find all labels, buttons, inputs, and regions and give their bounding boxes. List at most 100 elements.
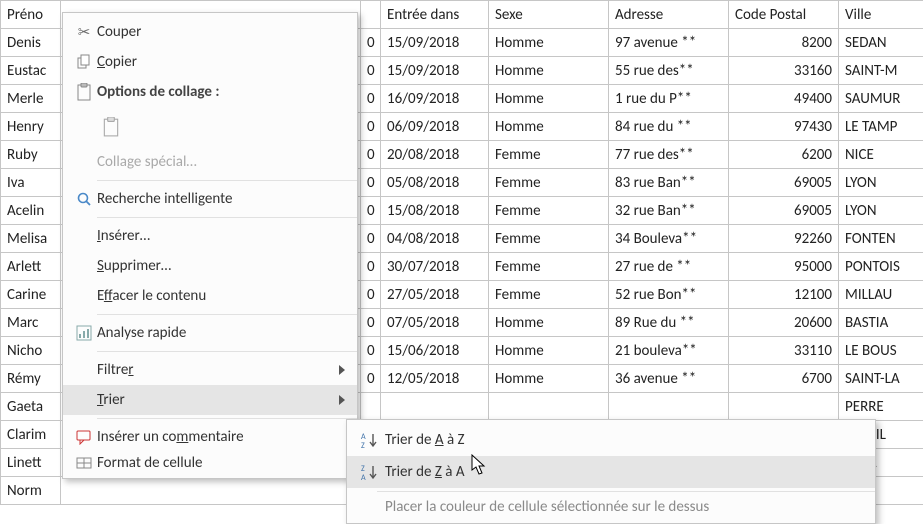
ctx-delete[interactable]: Supprimer… (63, 251, 357, 281)
cell-a[interactable]: Denis (1, 29, 61, 57)
sort-za[interactable]: ZA Trier de Z à A (347, 456, 875, 488)
cell-d[interactable]: 0 (361, 29, 381, 57)
cell-g[interactable]: 83 rue Ban** (609, 169, 729, 197)
cell-f[interactable]: Femme (489, 141, 609, 169)
cell-f[interactable]: Homme (489, 113, 609, 141)
header-d[interactable] (361, 1, 381, 29)
cell-i[interactable]: PONTOIS (839, 253, 923, 281)
cell-g[interactable]: 32 rue Ban** (609, 197, 729, 225)
cell-a[interactable]: Henry (1, 113, 61, 141)
cell-f[interactable]: Femme (489, 197, 609, 225)
cell-f[interactable]: Homme (489, 309, 609, 337)
cell-e[interactable] (381, 393, 489, 421)
cell-h[interactable]: 69005 (729, 197, 839, 225)
cell-h[interactable]: 33160 (729, 57, 839, 85)
header-prenom[interactable]: Préno (1, 1, 61, 29)
cell-h[interactable]: 6700 (729, 365, 839, 393)
cell-i[interactable]: SAINT-LA (839, 365, 923, 393)
cell-d[interactable]: 0 (361, 225, 381, 253)
cell-h[interactable]: 6200 (729, 141, 839, 169)
cell-f[interactable]: Homme (489, 29, 609, 57)
cell-d[interactable]: 0 (361, 57, 381, 85)
cell-d[interactable]: 0 (361, 113, 381, 141)
cell-a[interactable]: Norm (1, 477, 61, 505)
cell-d[interactable]: 0 (361, 197, 381, 225)
cell-e[interactable]: 15/06/2018 (381, 337, 489, 365)
cell-a[interactable]: Marc (1, 309, 61, 337)
cell-e[interactable]: 04/08/2018 (381, 225, 489, 253)
cell-g[interactable]: 21 bouleva** (609, 337, 729, 365)
cell-f[interactable]: Femme (489, 225, 609, 253)
cell-f[interactable]: Femme (489, 281, 609, 309)
header-entree[interactable]: Entrée dans (381, 1, 489, 29)
cell-g[interactable]: 27 rue de ** (609, 253, 729, 281)
cell-i[interactable]: SAINT-M (839, 57, 923, 85)
header-sexe[interactable]: Sexe (489, 1, 609, 29)
paste-button[interactable] (97, 112, 125, 142)
ctx-sort[interactable]: Trier (63, 385, 357, 415)
cell-g[interactable]: 97 avenue ** (609, 29, 729, 57)
cell-a[interactable]: Rémy (1, 365, 61, 393)
cell-d[interactable] (361, 393, 381, 421)
cell-f[interactable]: Femme (489, 169, 609, 197)
cell-e[interactable]: 16/09/2018 (381, 85, 489, 113)
cell-h[interactable]: 33110 (729, 337, 839, 365)
cell-a[interactable]: Acelin (1, 197, 61, 225)
cell-f[interactable] (489, 393, 609, 421)
cell-e[interactable]: 30/07/2018 (381, 253, 489, 281)
cell-e[interactable]: 15/08/2018 (381, 197, 489, 225)
cell-d[interactable]: 0 (361, 365, 381, 393)
cell-h[interactable]: 95000 (729, 253, 839, 281)
cell-f[interactable]: Femme (489, 253, 609, 281)
cell-g[interactable]: 52 rue Bon** (609, 281, 729, 309)
cell-e[interactable]: 07/05/2018 (381, 309, 489, 337)
cell-a[interactable]: Eustac (1, 57, 61, 85)
cell-e[interactable]: 27/05/2018 (381, 281, 489, 309)
cell-i[interactable]: FONTEN (839, 225, 923, 253)
cell-e[interactable]: 20/08/2018 (381, 141, 489, 169)
ctx-smart-lookup[interactable]: Recherche intelligente (63, 184, 357, 214)
cell-f[interactable]: Homme (489, 57, 609, 85)
cell-a[interactable]: Gaeta (1, 393, 61, 421)
cell-h[interactable]: 69005 (729, 169, 839, 197)
cell-g[interactable]: 55 rue des** (609, 57, 729, 85)
cell-i[interactable]: LE BOUS (839, 337, 923, 365)
cell-g[interactable]: 89 Rue du ** (609, 309, 729, 337)
cell-i[interactable]: NICE (839, 141, 923, 169)
ctx-filter[interactable]: Filtrer (63, 355, 357, 385)
cell-h[interactable] (729, 393, 839, 421)
cell-i[interactable]: LYON (839, 197, 923, 225)
cell-f[interactable]: Homme (489, 337, 609, 365)
cell-i[interactable]: PERRE (839, 393, 923, 421)
cell-e[interactable]: 15/09/2018 (381, 57, 489, 85)
cell-a[interactable]: Ruby (1, 141, 61, 169)
header-ville[interactable]: Ville (839, 1, 923, 29)
cell-g[interactable]: 36 avenue ** (609, 365, 729, 393)
cell-g[interactable] (609, 393, 729, 421)
cell-h[interactable]: 92260 (729, 225, 839, 253)
cell-d[interactable]: 0 (361, 309, 381, 337)
cell-e[interactable]: 06/09/2018 (381, 113, 489, 141)
cell-d[interactable]: 0 (361, 141, 381, 169)
cell-e[interactable]: 05/08/2018 (381, 169, 489, 197)
cell-d[interactable]: 0 (361, 169, 381, 197)
cell-g[interactable]: 1 rue du P** (609, 85, 729, 113)
cell-a[interactable]: Merle (1, 85, 61, 113)
cell-h[interactable]: 97430 (729, 113, 839, 141)
cell-d[interactable]: 0 (361, 85, 381, 113)
cell-h[interactable]: 20600 (729, 309, 839, 337)
cell-i[interactable]: SEDAN (839, 29, 923, 57)
cell-f[interactable]: Homme (489, 85, 609, 113)
cell-i[interactable]: SAUMUR (839, 85, 923, 113)
ctx-cut[interactable]: ✂ Couper (63, 17, 357, 47)
cell-f[interactable]: Homme (489, 365, 609, 393)
ctx-quick-analysis[interactable]: Analyse rapide (63, 318, 357, 348)
ctx-copy[interactable]: Copier (63, 47, 357, 77)
cell-d[interactable]: 0 (361, 337, 381, 365)
header-adresse[interactable]: Adresse (609, 1, 729, 29)
cell-g[interactable]: 77 rue des** (609, 141, 729, 169)
cell-a[interactable]: Iva (1, 169, 61, 197)
cell-d[interactable]: 0 (361, 281, 381, 309)
cell-d[interactable]: 0 (361, 253, 381, 281)
ctx-format-cells[interactable]: Format de cellule (63, 452, 357, 474)
